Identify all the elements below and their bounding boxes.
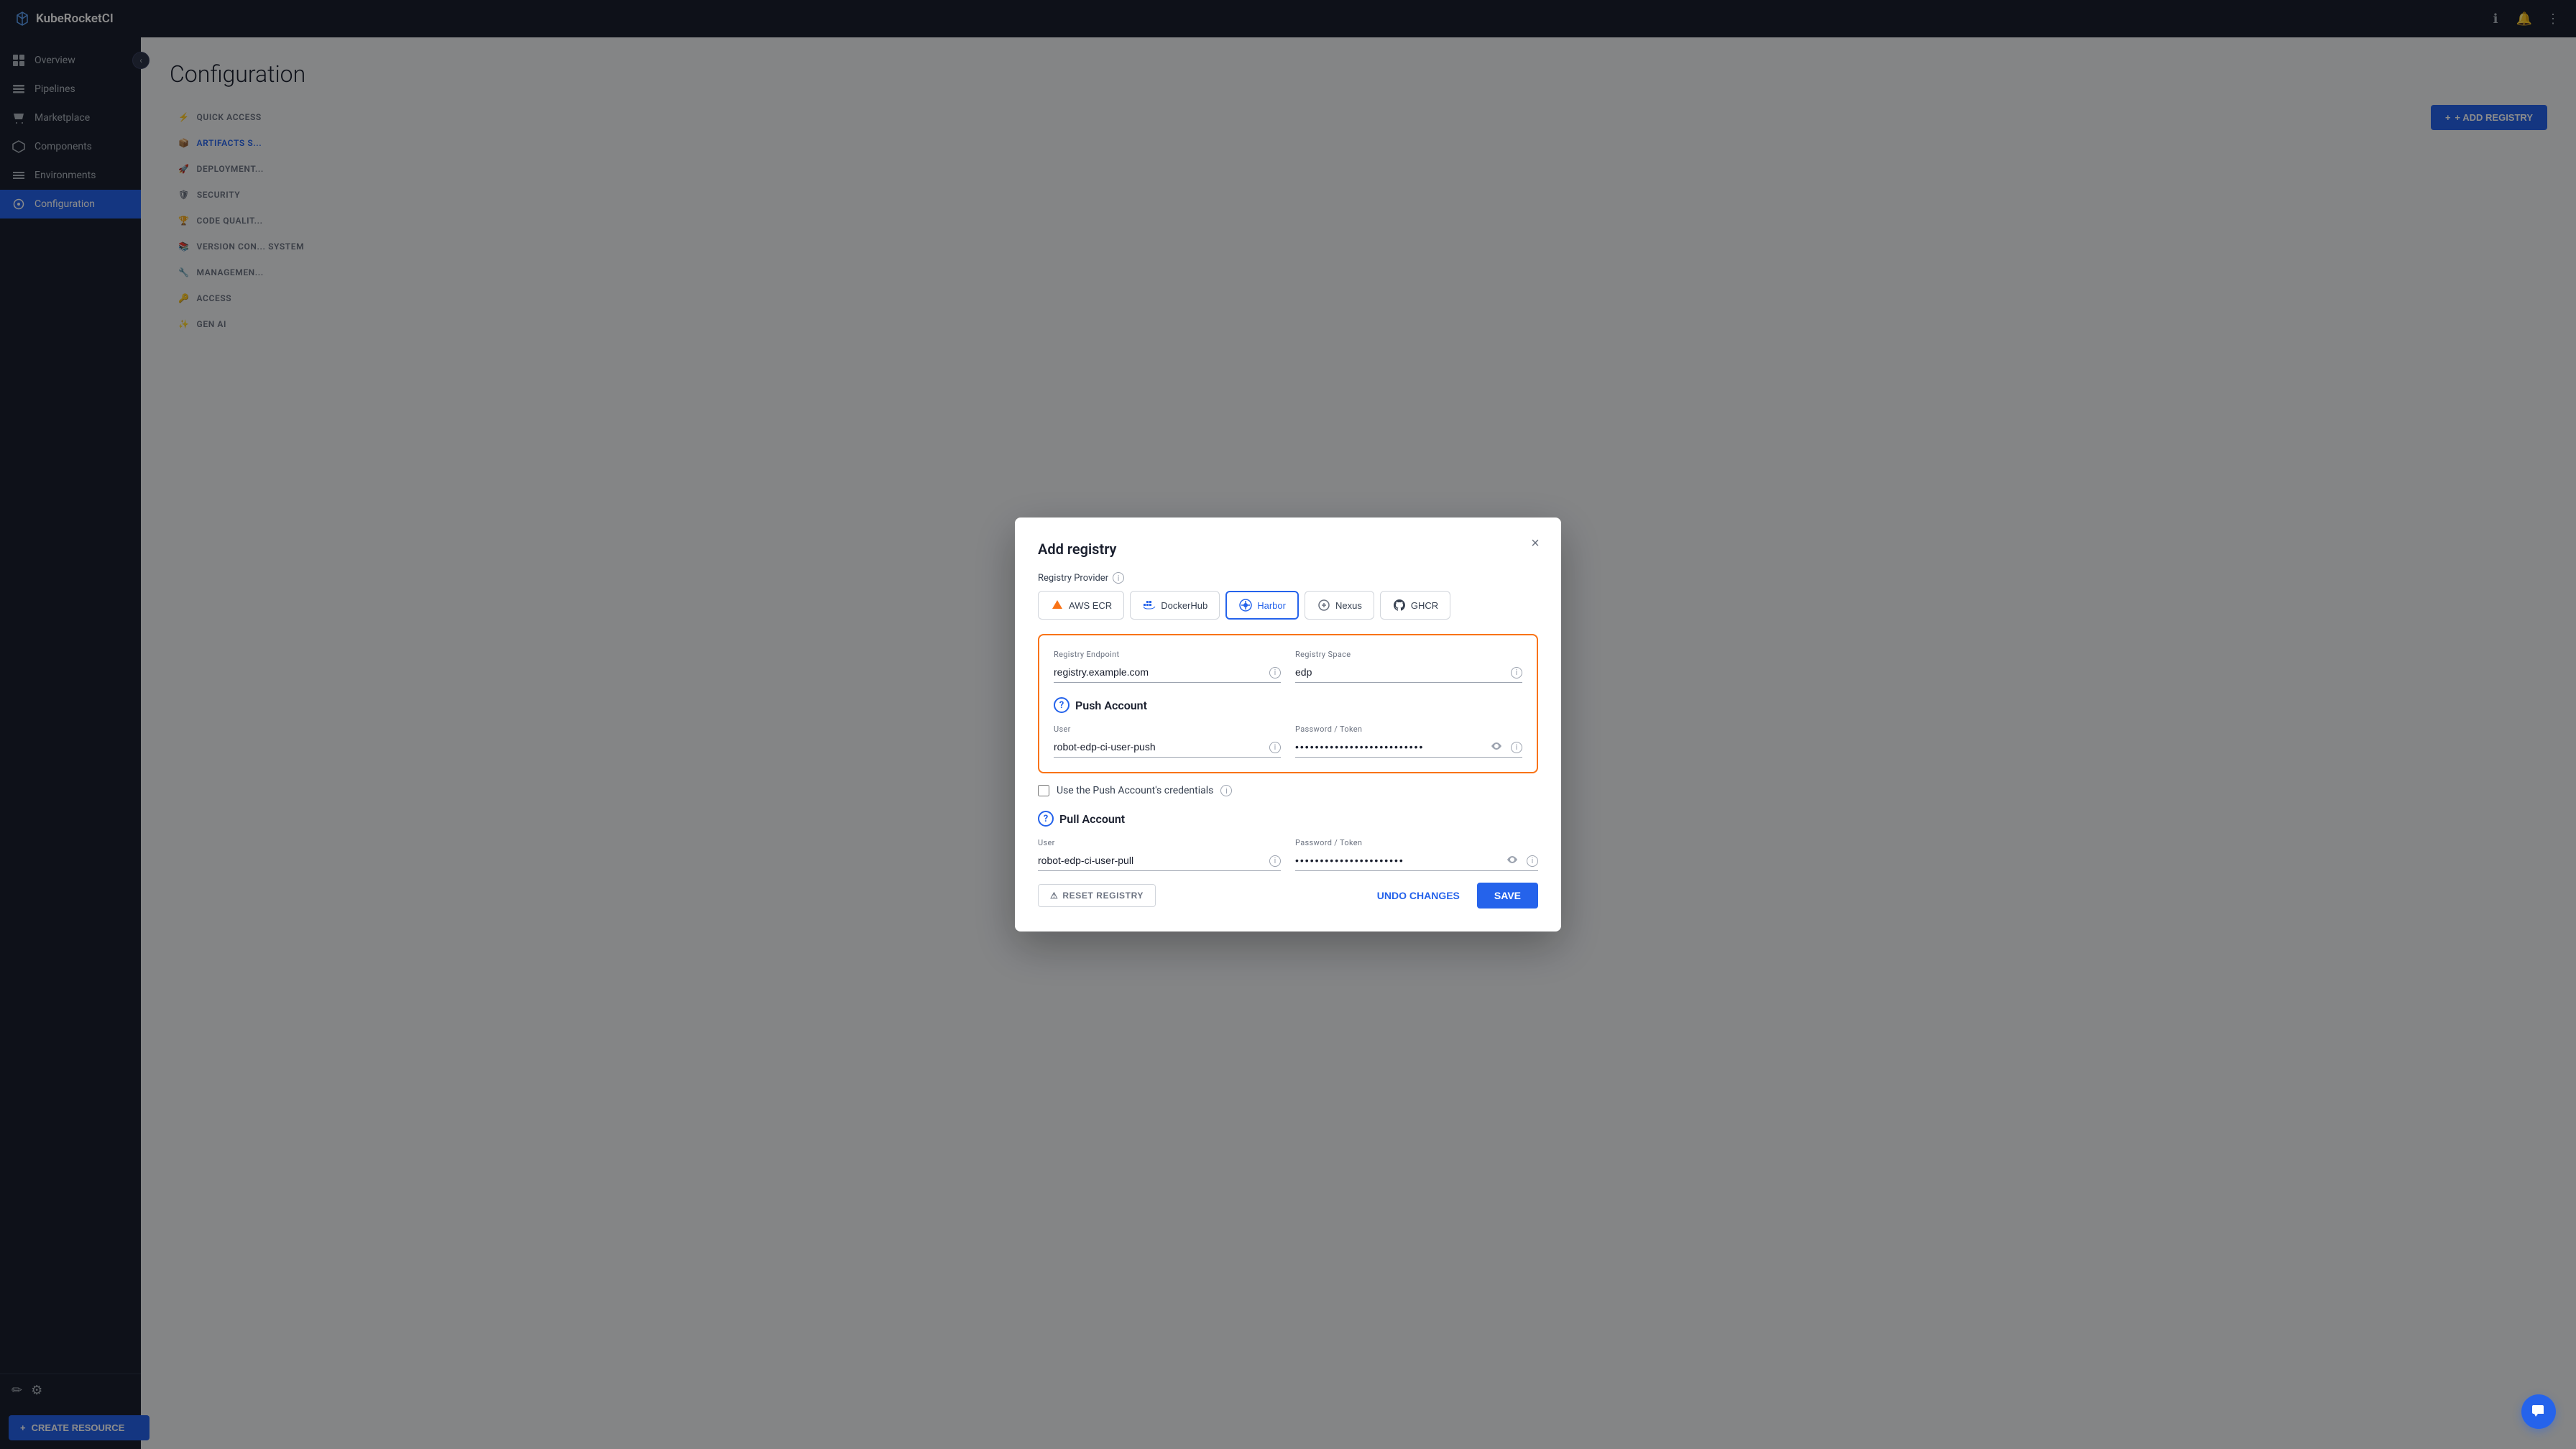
pull-account-section: ? Pull Account User i Password / Token (1038, 811, 1538, 871)
pull-password-input[interactable] (1295, 850, 1538, 871)
pull-password-field: Password / Token i (1295, 838, 1538, 871)
modal-footer: ⚠ RESET REGISTRY UNDO CHANGES SAVE (1038, 883, 1538, 908)
undo-changes-button[interactable]: UNDO CHANGES (1368, 884, 1468, 907)
provider-nexus[interactable]: Nexus (1305, 591, 1374, 620)
push-user-input-wrapper: i (1054, 737, 1281, 758)
push-user-field: User i (1054, 724, 1281, 758)
pull-password-input-wrapper: i (1295, 850, 1538, 871)
push-account-section: Registry Endpoint i Registry Space i ? (1038, 634, 1538, 773)
push-account-header: ? Push Account (1054, 697, 1522, 713)
provider-ghcr[interactable]: GHCR (1380, 591, 1450, 620)
push-password-eye-icon[interactable] (1491, 740, 1502, 755)
github-icon (1392, 598, 1407, 612)
push-password-input[interactable] (1295, 737, 1522, 758)
provider-aws-ecr[interactable]: AWS ECR (1038, 591, 1124, 620)
space-info-icon[interactable]: i (1511, 667, 1522, 678)
registry-endpoint-input-wrapper: i (1054, 662, 1281, 683)
pull-user-field: User i (1038, 838, 1281, 871)
push-password-field: Password / Token i (1295, 724, 1522, 758)
pull-user-info-icon[interactable]: i (1269, 855, 1281, 867)
registry-space-input-wrapper: i (1295, 662, 1522, 683)
warning-icon: ⚠ (1050, 891, 1058, 901)
modal-title: Add registry (1038, 540, 1538, 558)
push-account-help-icon[interactable]: ? (1054, 697, 1070, 713)
provider-options: AWS ECR DockerHub Harbor Nexus (1038, 591, 1538, 620)
push-user-password-row: User i Password / Token i (1054, 724, 1522, 758)
endpoint-info-icon[interactable]: i (1269, 667, 1281, 678)
pull-user-input-wrapper: i (1038, 850, 1281, 871)
provider-dockerhub[interactable]: DockerHub (1130, 591, 1220, 620)
harbor-icon (1238, 598, 1253, 612)
save-button[interactable]: SAVE (1477, 883, 1538, 908)
modal-overlay[interactable]: Add registry × Registry Provider i AWS E… (0, 0, 2576, 1449)
docker-icon (1142, 598, 1156, 612)
registry-space-field: Registry Space i (1295, 650, 1522, 683)
endpoint-space-row: Registry Endpoint i Registry Space i (1054, 650, 1522, 683)
registry-endpoint-field: Registry Endpoint i (1054, 650, 1281, 683)
registry-space-input[interactable] (1295, 662, 1522, 683)
push-password-input-wrapper: i (1295, 737, 1522, 758)
push-user-input[interactable] (1054, 737, 1281, 758)
footer-right: UNDO CHANGES SAVE (1368, 883, 1538, 908)
pull-user-input[interactable] (1038, 850, 1281, 871)
reset-registry-button[interactable]: ⚠ RESET REGISTRY (1038, 884, 1156, 907)
use-push-credentials-label[interactable]: Use the Push Account's credentials (1057, 785, 1213, 796)
pull-password-eye-icon[interactable] (1506, 854, 1518, 868)
pull-user-password-row: User i Password / Token i (1038, 838, 1538, 871)
use-push-credentials-info-icon[interactable]: i (1220, 785, 1232, 796)
push-user-info-icon[interactable]: i (1269, 742, 1281, 753)
pull-account-help-icon[interactable]: ? (1038, 811, 1054, 827)
use-push-credentials-checkbox[interactable] (1038, 785, 1049, 796)
chat-icon (2531, 1404, 2547, 1420)
pull-password-info-icon[interactable]: i (1527, 855, 1538, 867)
add-registry-modal: Add registry × Registry Provider i AWS E… (1015, 518, 1561, 932)
push-password-info-icon[interactable]: i (1511, 742, 1522, 753)
modal-close-button[interactable]: × (1524, 532, 1547, 555)
registry-endpoint-input[interactable] (1054, 662, 1281, 683)
registry-provider-label: Registry Provider i (1038, 572, 1538, 584)
pull-account-header: ? Pull Account (1038, 811, 1538, 827)
provider-harbor[interactable]: Harbor (1225, 591, 1299, 620)
registry-provider-info-icon[interactable]: i (1113, 572, 1124, 584)
chat-bubble[interactable] (2521, 1394, 2556, 1429)
aws-icon (1050, 598, 1064, 612)
nexus-icon (1317, 598, 1331, 612)
use-push-credentials-row: Use the Push Account's credentials i (1038, 785, 1538, 796)
